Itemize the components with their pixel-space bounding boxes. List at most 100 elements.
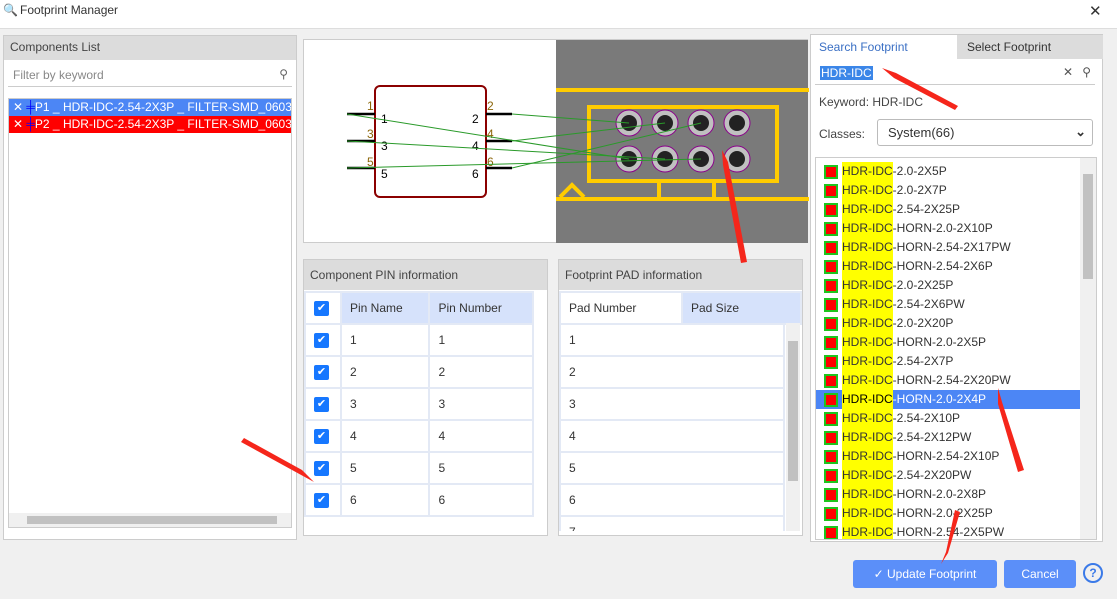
match-highlight: HDR-IDC [842, 523, 893, 539]
result-suffix: -2.54-2X12PW [892, 430, 972, 444]
clear-icon[interactable]: ✕ [1063, 65, 1073, 79]
horizontal-scrollbar[interactable] [9, 513, 291, 527]
footprint-icon [824, 316, 838, 331]
classes-select[interactable]: System(66) ⌄ [877, 119, 1093, 146]
footprint-result-item[interactable]: HDR-IDC -HORN-2.54-2X6P [816, 257, 1096, 276]
footprint-result-item[interactable]: HDR-IDC -HORN-2.0-2X25P [816, 504, 1096, 523]
match-highlight: HDR-IDC [842, 352, 893, 371]
svg-text:5: 5 [381, 167, 388, 181]
search-icon[interactable]: ⚲ [279, 67, 288, 81]
component-icon: ╪ [26, 100, 35, 114]
svg-text:2: 2 [487, 99, 494, 113]
svg-text:6: 6 [472, 167, 479, 181]
remove-icon[interactable]: ✕ [13, 100, 23, 114]
footprint-result-item[interactable]: HDR-IDC -2.54-2X25P [816, 200, 1096, 219]
update-footprint-button[interactable]: ✓ Update Footprint [853, 560, 997, 588]
footprint-result-item[interactable]: HDR-IDC -2.54-2X6PW [816, 295, 1096, 314]
table-row: ✔ 4 4 [304, 419, 534, 453]
match-highlight: HDR-IDC [842, 257, 893, 276]
table-row: 7 [559, 515, 785, 531]
footprint-result-item[interactable]: HDR-IDC -HORN-2.54-2X17PW [816, 238, 1096, 257]
components-header: Components List [4, 36, 296, 60]
result-suffix: -HORN-2.0-2X5P [892, 335, 987, 349]
footprint-result-item[interactable]: HDR-IDC -2.54-2X10P [816, 409, 1096, 428]
match-highlight: HDR-IDC [842, 409, 893, 428]
footprint-icon [824, 183, 838, 198]
update-label: Update Footprint [887, 567, 977, 581]
footprint-result-item[interactable]: HDR-IDC -2.0-2X7P [816, 181, 1096, 200]
pad-number: 2 [559, 355, 785, 389]
footprint-result-item[interactable]: HDR-IDC -HORN-2.0-2X5P [816, 333, 1096, 352]
footprint-result-item[interactable]: HDR-IDC -HORN-2.0-2X10P [816, 219, 1096, 238]
match-highlight: HDR-IDC [842, 485, 893, 504]
scrollbar-thumb[interactable] [27, 516, 277, 524]
table-row: 3 [559, 387, 785, 421]
footprint-result-item[interactable]: HDR-IDC -HORN-2.54-2X10P [816, 447, 1096, 466]
footprint-icon [824, 468, 838, 483]
column-pin-number[interactable]: Pin Number [428, 291, 534, 325]
close-button[interactable]: ✕ [1089, 2, 1102, 20]
search-icon[interactable]: ⚲ [1082, 65, 1091, 79]
pad-info-header: Footprint PAD information [559, 260, 802, 290]
footprint-result-item[interactable]: HDR-IDC -2.54-2X12PW [816, 428, 1096, 447]
footprint-result-item[interactable]: HDR-IDC -2.54-2X7P [816, 352, 1096, 371]
footprint-result-item[interactable]: HDR-IDC -HORN-2.0-2X4P [816, 390, 1096, 409]
match-highlight: HDR-IDC [842, 371, 893, 390]
footprint-result-item[interactable]: HDR-IDC -2.0-2X5P [816, 162, 1096, 181]
table-row: ✔ 2 2 [304, 355, 534, 389]
footprint-result-item[interactable]: HDR-IDC -HORN-2.0-2X8P [816, 485, 1096, 504]
pin-name: 6 [339, 483, 431, 517]
vertical-scrollbar[interactable] [1080, 158, 1096, 539]
filter-input[interactable]: Filter by keyword ⚲ [8, 63, 292, 87]
footprint-result-item[interactable]: HDR-IDC -HORN-2.54-2X20PW [816, 371, 1096, 390]
row-checkbox[interactable]: ✔ [304, 355, 342, 389]
column-pad-number[interactable]: Pad Number [559, 291, 683, 325]
result-suffix: -2.0-2X20P [892, 316, 954, 330]
window-title: Footprint Manager [20, 3, 119, 17]
select-all-checkbox[interactable]: ✔ [304, 291, 342, 325]
footprint-icon [824, 297, 838, 312]
cancel-button[interactable]: Cancel [1004, 560, 1076, 588]
footprint-results-list: HDR-IDC -2.0-2X5P HDR-IDC -2.0-2X7P HDR-IDC -… [815, 157, 1097, 540]
footprint-icon [824, 259, 838, 274]
column-pin-name[interactable]: Pin Name [339, 291, 431, 325]
pad-list: 1 2 3 4 5 6 7 [559, 323, 785, 531]
footprint-result-item[interactable]: HDR-IDC -2.0-2X20P [816, 314, 1096, 333]
footprint-icon [824, 202, 838, 217]
table-row: ✔ 6 6 [304, 483, 534, 517]
footprint-icon [824, 164, 838, 179]
row-checkbox[interactable]: ✔ [304, 451, 342, 485]
help-button[interactable]: ? [1083, 563, 1103, 583]
row-checkbox[interactable]: ✔ [304, 323, 342, 357]
pin-name: 1 [339, 323, 431, 357]
match-highlight: HDR-IDC [842, 181, 893, 200]
footprint-result-item[interactable]: HDR-IDC -HORN-2.54-2X5PW [816, 523, 1096, 539]
vertical-scrollbar[interactable] [786, 323, 800, 531]
result-suffix: -HORN-2.0-2X4P [892, 392, 987, 406]
remove-icon[interactable]: ✕ [13, 117, 23, 131]
result-suffix: -HORN-2.0-2X10P [892, 221, 993, 235]
footprint-result-item[interactable]: HDR-IDC -2.54-2X20PW [816, 466, 1096, 485]
pads [615, 109, 751, 173]
component-item-p1[interactable]: ✕ ╪P1 _ HDR-IDC-2.54-2X3P _ FILTER-SMD_0… [9, 99, 291, 116]
row-checkbox[interactable]: ✔ [304, 419, 342, 453]
result-suffix: -2.54-2X10P [892, 411, 961, 425]
footprint-icon [824, 506, 838, 521]
row-checkbox[interactable]: ✔ [304, 483, 342, 517]
svg-text:1: 1 [381, 112, 388, 126]
tab-search-footprint[interactable]: Search Footprint [811, 35, 957, 59]
footprint-search-input[interactable]: HDR-IDC ✕ ⚲ [815, 61, 1095, 85]
svg-text:4: 4 [487, 127, 494, 141]
column-pad-size[interactable]: Pad Size [681, 291, 802, 325]
row-checkbox[interactable]: ✔ [304, 387, 342, 421]
match-highlight: HDR-IDC [842, 200, 893, 219]
footprint-result-item[interactable]: HDR-IDC -2.0-2X25P [816, 276, 1096, 295]
pad-number: 6 [559, 483, 785, 517]
component-item-p2[interactable]: ✕ ╪P2 _ HDR-IDC-2.54-2X3P _ FILTER-SMD_0… [9, 116, 291, 133]
keyword-label: Keyword: HDR-IDC [819, 95, 924, 109]
scrollbar-thumb[interactable] [788, 341, 798, 481]
scrollbar-thumb[interactable] [1083, 174, 1093, 279]
tab-select-footprint[interactable]: Select Footprint [957, 35, 1103, 59]
pin-info-panel: Component PIN information ✔ Pin Name Pin N… [303, 259, 548, 536]
pin-name: 5 [339, 451, 431, 485]
